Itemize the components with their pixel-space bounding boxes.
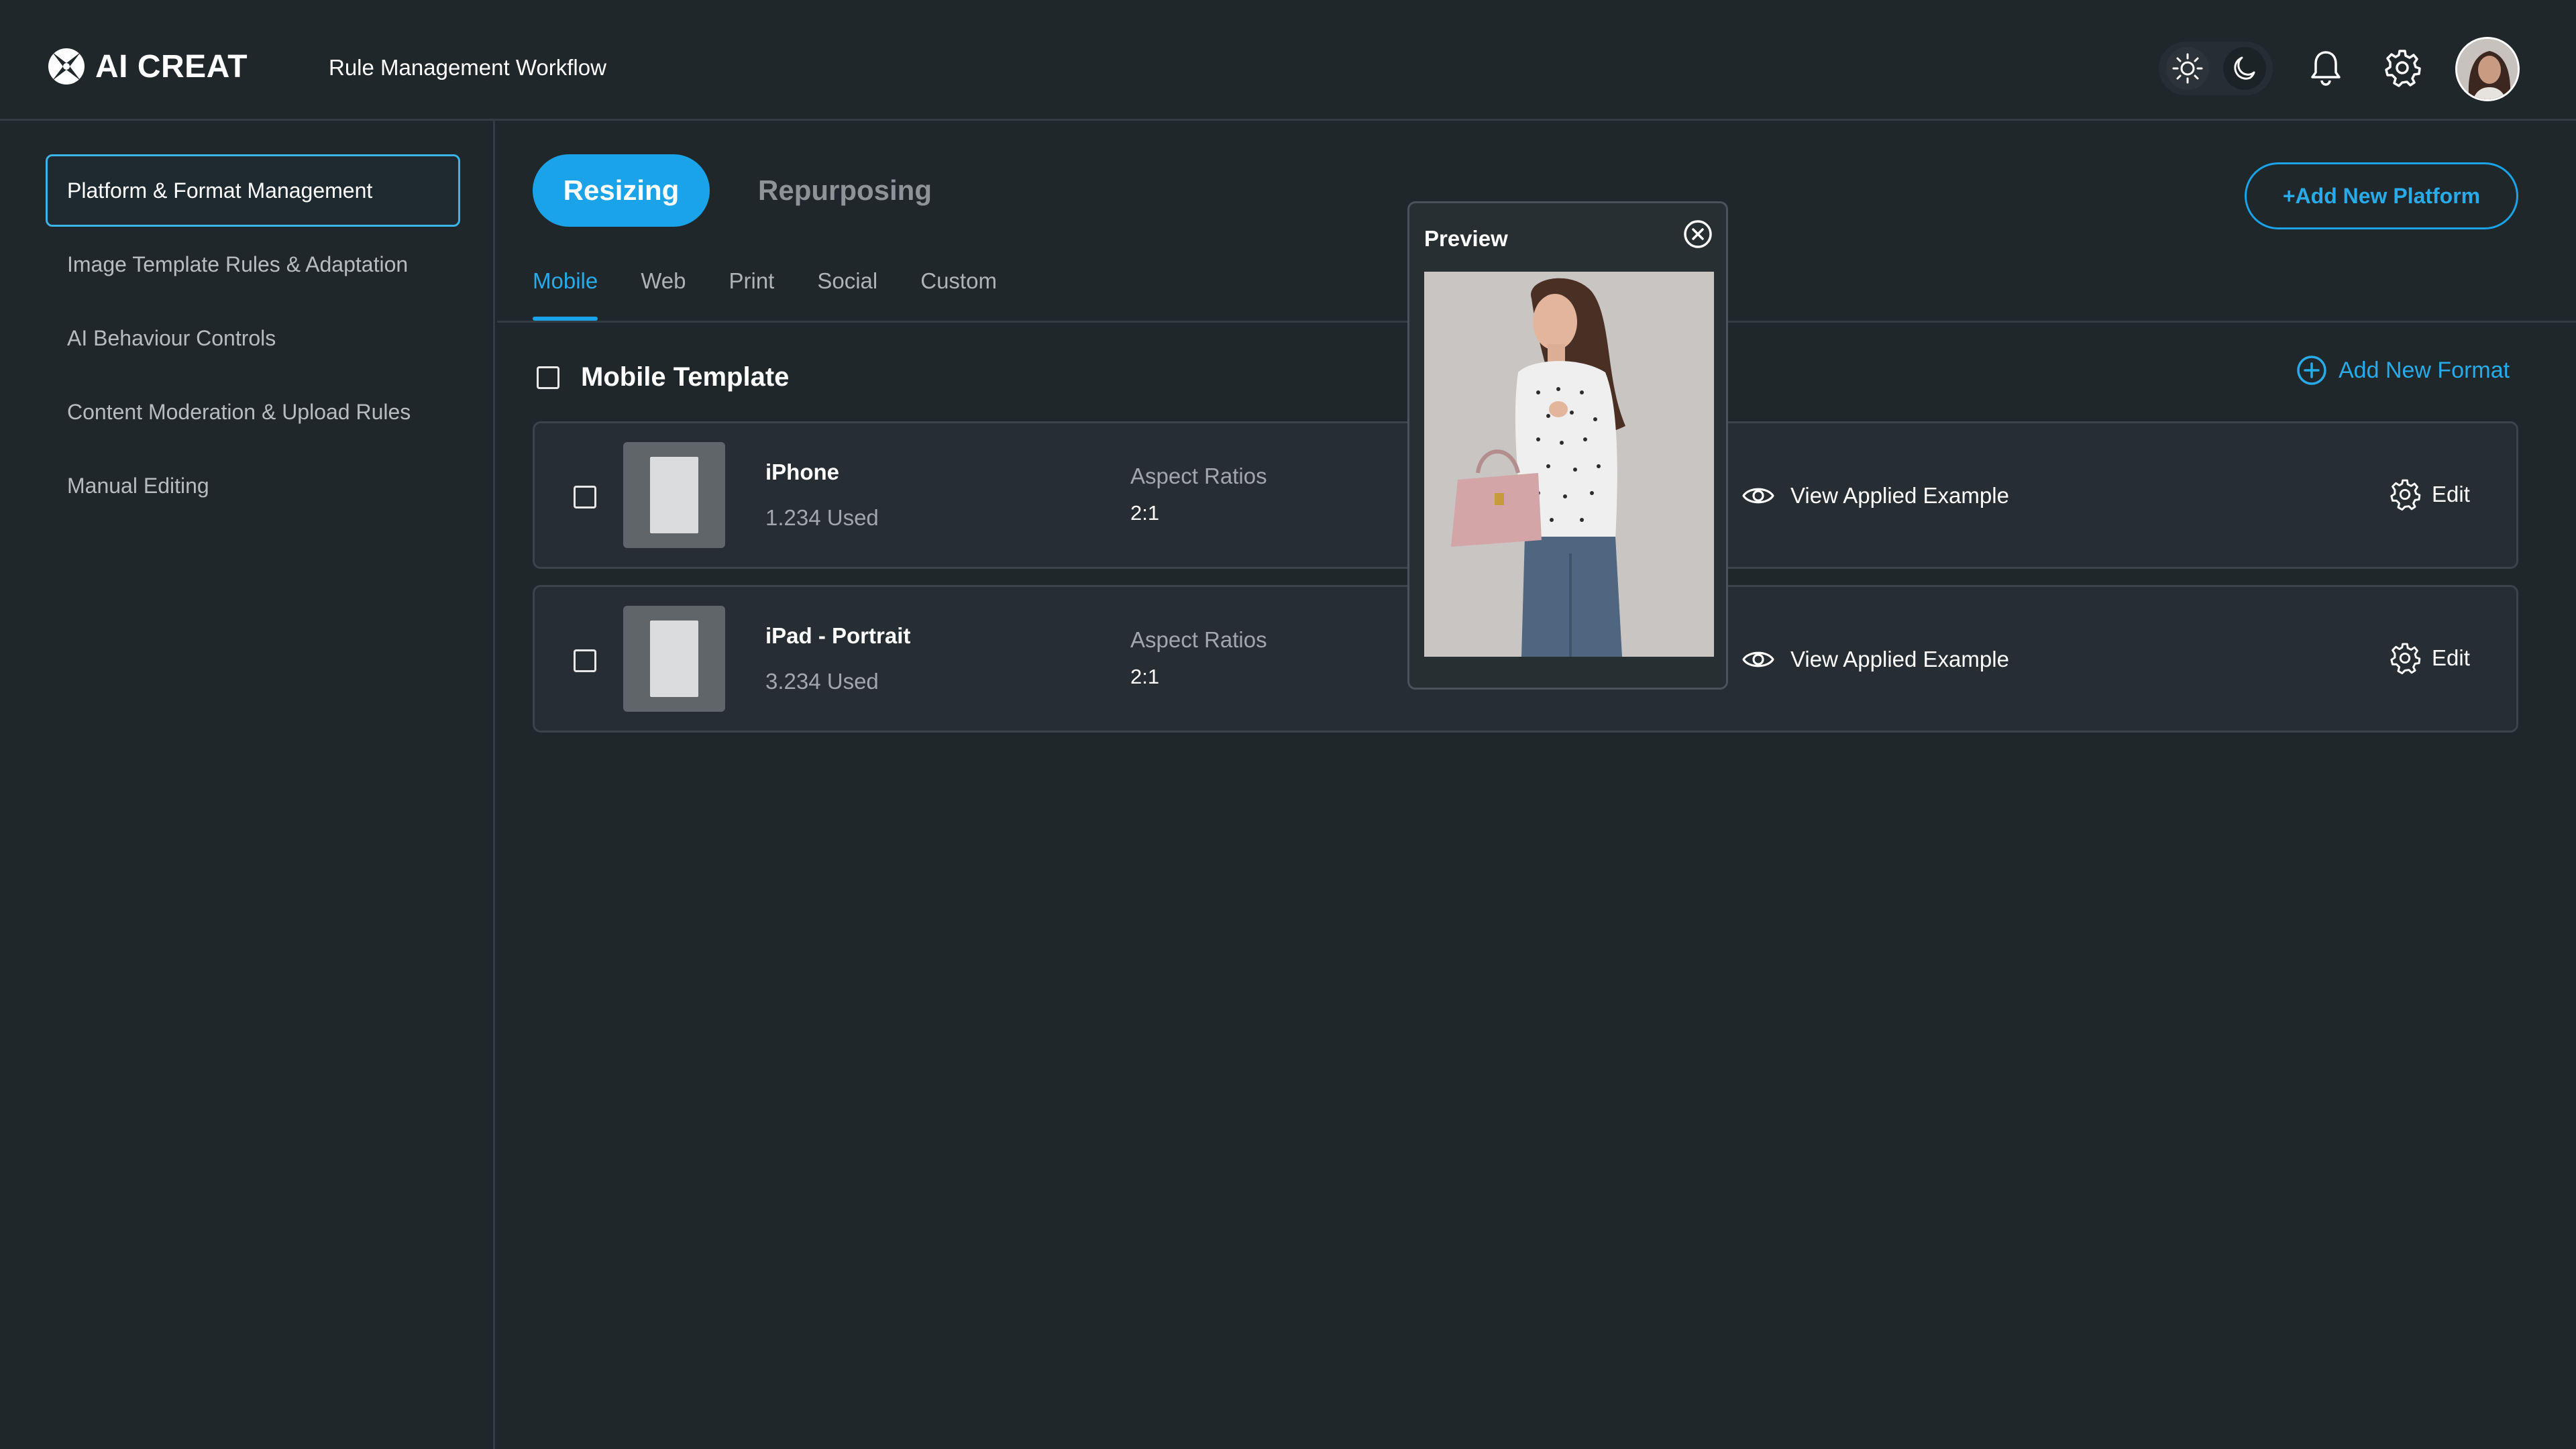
thumbnail-placeholder	[650, 621, 698, 697]
dark-mode-button[interactable]	[2222, 47, 2266, 90]
aspect-ratio-label: Aspect Ratios	[1130, 627, 1267, 652]
light-mode-button[interactable]	[2165, 47, 2209, 90]
gear-icon	[2390, 643, 2421, 675]
sidebar-item-ai-behaviour[interactable]: AI Behaviour Controls	[46, 302, 460, 374]
row-checkbox[interactable]	[574, 486, 596, 508]
subtab-web[interactable]: Web	[641, 268, 686, 321]
aspect-ratio-value: 2:1	[1130, 665, 1160, 688]
sidebar-item-label: Image Template Rules & Adaptation	[67, 252, 409, 276]
woman-with-handbag-photo	[1424, 272, 1714, 657]
add-new-platform-button[interactable]: +Add New Platform	[2245, 162, 2518, 229]
usage-count: 3.234 Used	[765, 669, 879, 694]
moon-icon	[2233, 56, 2255, 80]
aspect-ratio-value: 2:1	[1130, 501, 1160, 525]
add-new-format-label: Add New Format	[2339, 357, 2510, 383]
format-subtabs: Mobile Web Print Social Custom	[533, 268, 1040, 321]
edit-label: Edit	[2432, 645, 2470, 670]
edit-button[interactable]: Edit	[2387, 477, 2470, 512]
thumbnail-placeholder	[650, 457, 698, 533]
theme-toggle[interactable]	[2159, 42, 2273, 95]
eye-icon	[1742, 651, 1774, 667]
preview-popup: Preview	[1407, 201, 1728, 690]
view-applied-example-button[interactable]: View Applied Example	[1741, 478, 2009, 513]
select-all-checkbox[interactable]	[537, 366, 559, 389]
preview-image	[1424, 272, 1714, 657]
view-applied-example-label: View Applied Example	[1790, 647, 2009, 672]
section-header: Mobile Template	[537, 362, 789, 392]
preview-title: Preview	[1424, 226, 1508, 251]
logo[interactable]: AI CREAT	[47, 47, 248, 86]
sidebar-item-label: Platform & Format Management	[67, 178, 373, 203]
tab-resizing[interactable]: Resizing	[533, 154, 710, 227]
page-title: Rule Management Workflow	[329, 55, 606, 80]
sidebar-item-image-template-rules[interactable]: Image Template Rules & Adaptation	[46, 228, 460, 301]
sun-icon	[2172, 53, 2202, 84]
logo-text: AI CREAT	[95, 48, 248, 85]
bell-icon[interactable]	[2305, 47, 2347, 89]
add-new-format-button[interactable]: Add New Format	[2296, 354, 2510, 386]
sidebar-item-platform-format[interactable]: Platform & Format Management	[46, 154, 460, 227]
tab-repurposing[interactable]: Repurposing	[758, 154, 932, 227]
eye-icon	[1742, 488, 1774, 504]
user-avatar-image	[2457, 39, 2518, 99]
gear-icon[interactable]	[2381, 47, 2423, 89]
gear-icon	[2390, 479, 2421, 511]
sidebar-item-content-moderation[interactable]: Content Moderation & Upload Rules	[46, 376, 460, 448]
view-applied-example-label: View Applied Example	[1790, 483, 2009, 508]
format-name: iPad - Portrait	[765, 623, 911, 648]
subtab-mobile[interactable]: Mobile	[533, 268, 598, 321]
sidebar-item-manual-editing[interactable]: Manual Editing	[46, 449, 460, 522]
sidebar-item-label: Manual Editing	[67, 473, 209, 498]
section-title: Mobile Template	[581, 362, 790, 392]
aspect-ratio-label: Aspect Ratios	[1130, 464, 1267, 488]
close-icon[interactable]	[1682, 218, 1714, 250]
avatar[interactable]	[2455, 37, 2520, 101]
edit-label: Edit	[2432, 482, 2470, 506]
subtab-custom[interactable]: Custom	[920, 268, 997, 321]
edit-button[interactable]: Edit	[2387, 641, 2470, 676]
usage-count: 1.234 Used	[765, 505, 879, 530]
ai-creat-logo-icon	[48, 48, 85, 85]
plus-circle-icon	[2297, 356, 2326, 385]
format-thumbnail	[623, 442, 725, 548]
format-name: iPhone	[765, 460, 840, 484]
sidebar-item-label: AI Behaviour Controls	[67, 325, 276, 350]
format-thumbnail	[623, 606, 725, 712]
view-applied-example-button[interactable]: View Applied Example	[1741, 642, 2009, 677]
top-header: AI CREAT Rule Management Workflow	[0, 0, 2576, 121]
sidebar-item-label: Content Moderation & Upload Rules	[67, 399, 411, 424]
sidebar: Platform & Format Management Image Templ…	[0, 121, 495, 1449]
subtab-print[interactable]: Print	[729, 268, 774, 321]
subtab-social[interactable]: Social	[817, 268, 877, 321]
row-checkbox[interactable]	[574, 649, 596, 672]
